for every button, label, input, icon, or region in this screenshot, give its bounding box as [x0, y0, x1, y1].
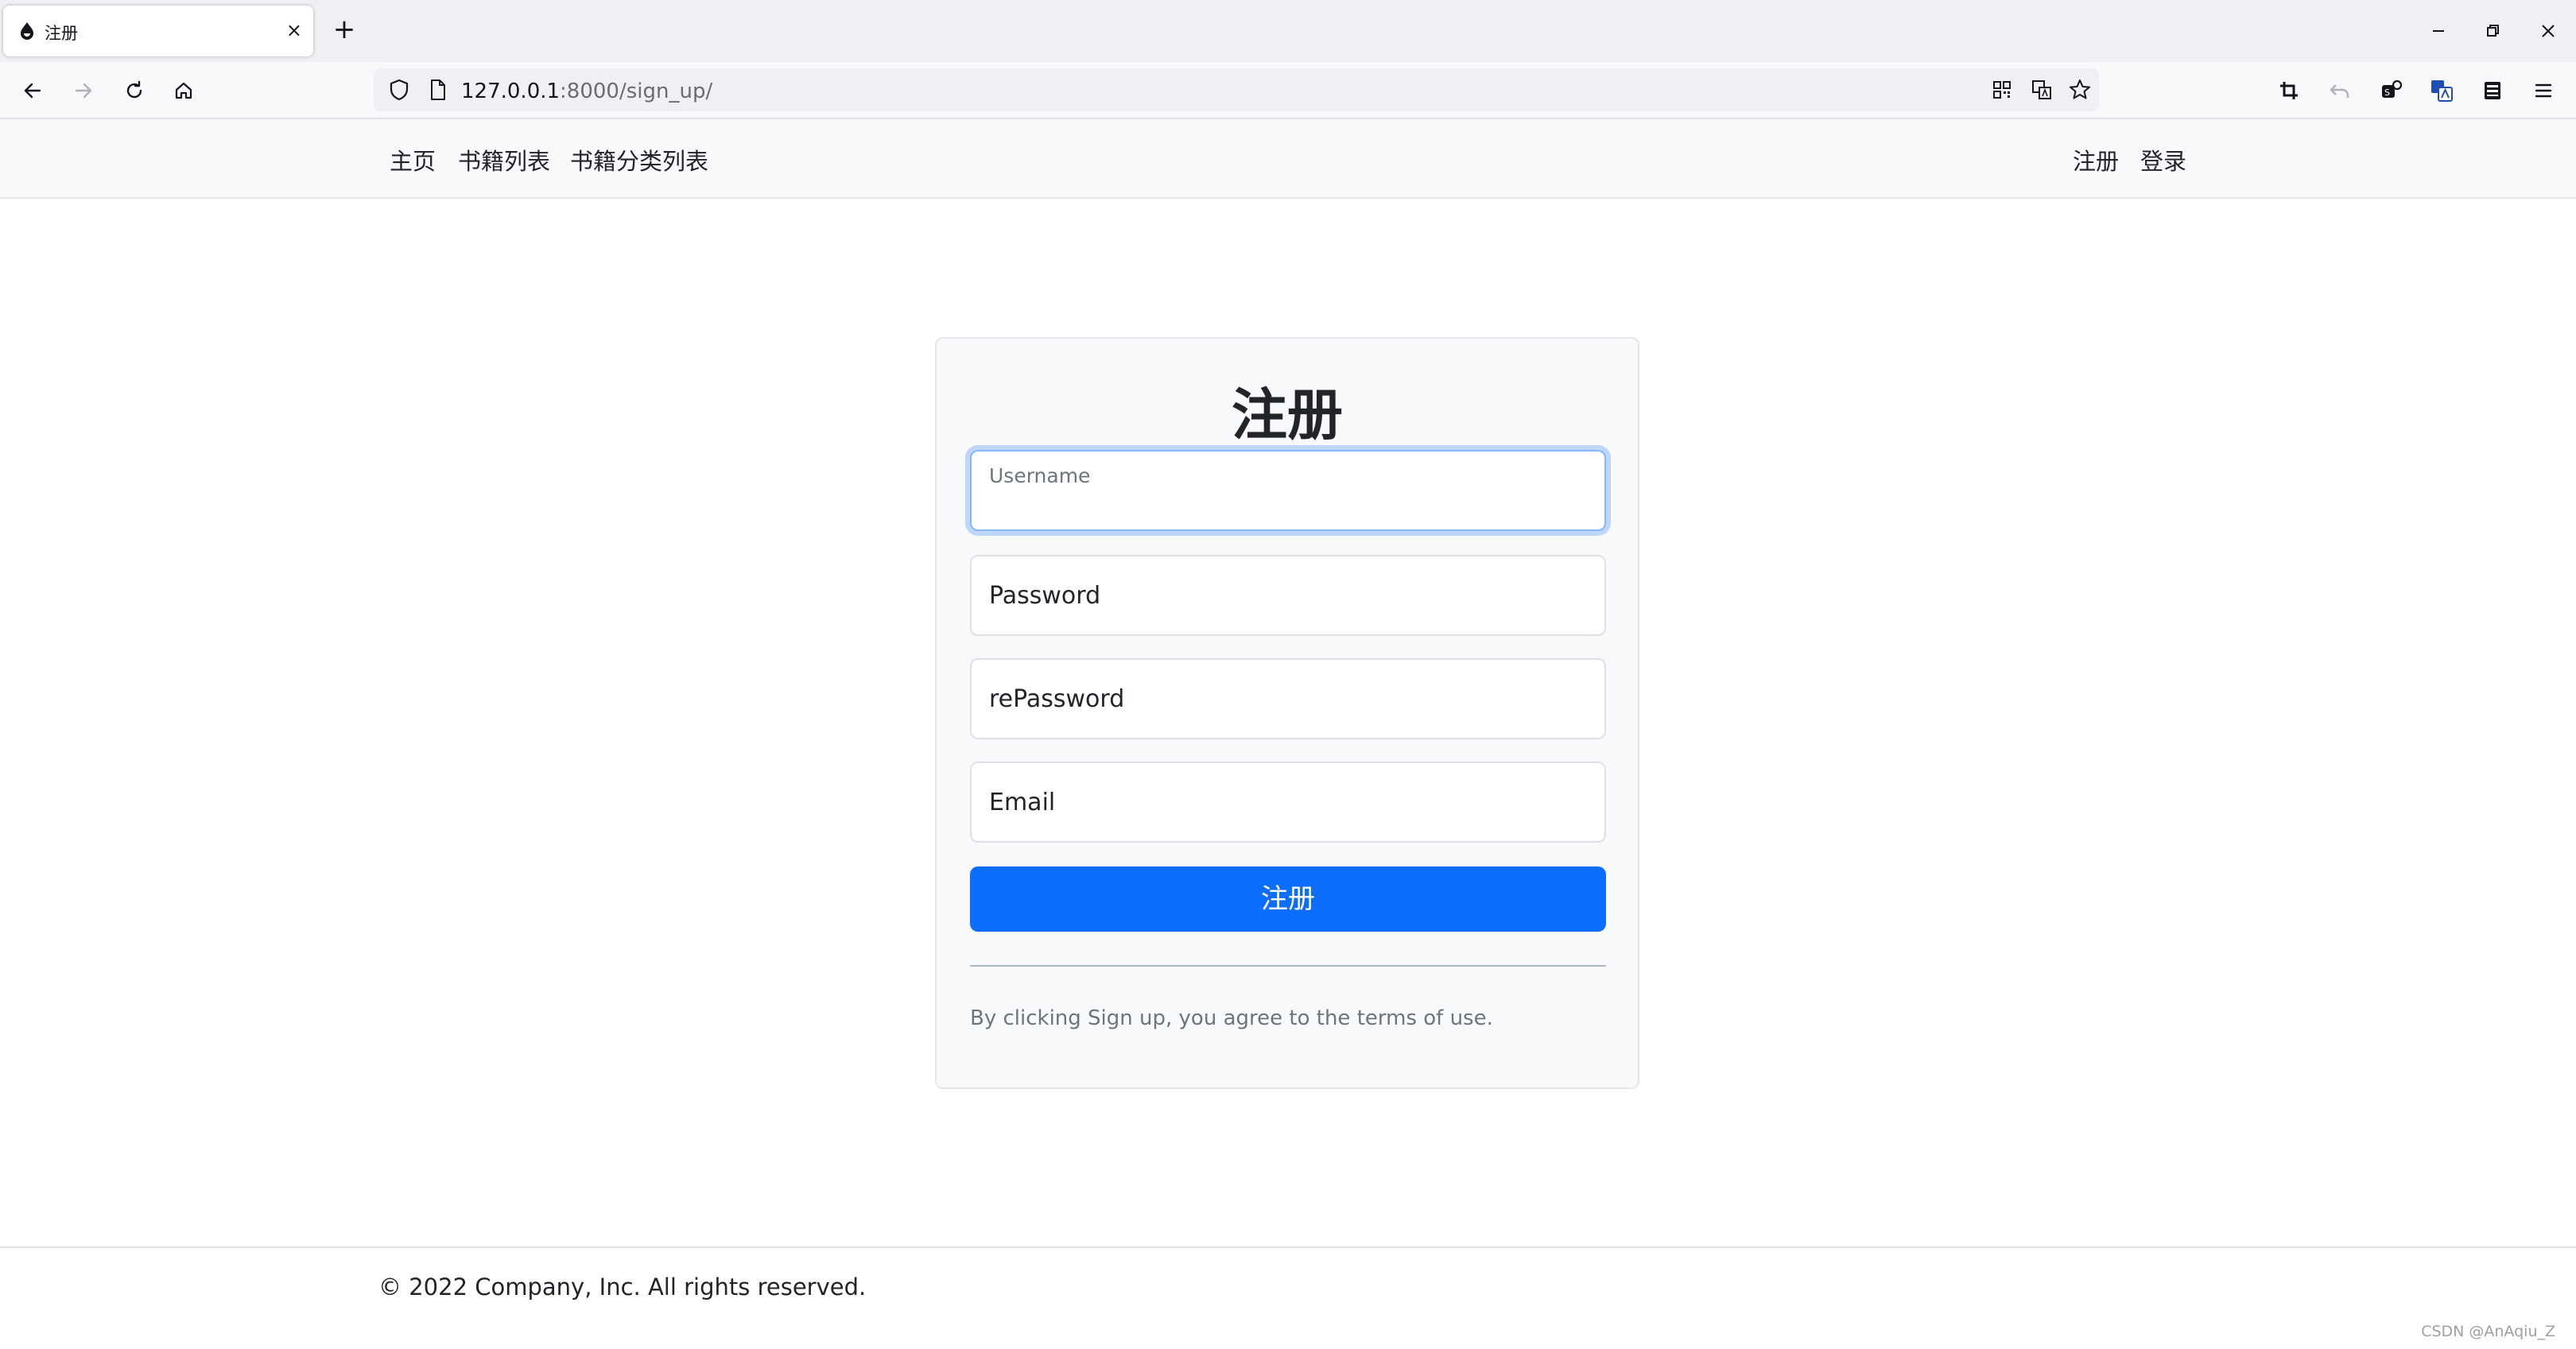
nav-link-book-list[interactable]: 书籍列表 — [458, 143, 550, 176]
page-icon[interactable] — [423, 76, 452, 104]
nav-link-login[interactable]: 登录 — [2140, 143, 2186, 176]
bookmark-star-icon[interactable] — [2066, 76, 2094, 104]
nav-link-sign-up[interactable]: 注册 — [2073, 143, 2119, 176]
reload-icon[interactable] — [119, 76, 149, 106]
new-tab-button[interactable]: + — [332, 15, 356, 47]
close-icon[interactable] — [2535, 17, 2562, 45]
password-label: Password — [989, 582, 1101, 610]
translator-icon[interactable] — [2427, 76, 2457, 106]
browser-toolbar: 127.0.0.1:8000/sign_up/ S — [0, 62, 2576, 119]
tab-close-icon[interactable]: × — [286, 18, 302, 42]
browser-tab-strip: 注册 × + — [0, 0, 2576, 62]
sign-up-card: 注册 Username Password rePassword Email 注册… — [935, 337, 1639, 1089]
url-path: :8000/sign_up/ — [560, 79, 713, 103]
username-label: Username — [989, 464, 1091, 487]
extension-icon[interactable]: S — [2376, 76, 2406, 106]
footer-divider — [0, 1246, 2576, 1248]
nav-link-home[interactable]: 主页 — [390, 143, 436, 176]
nav-link-category-list[interactable]: 书籍分类列表 — [570, 143, 708, 176]
tab-title: 注册 — [45, 24, 78, 43]
browser-tab[interactable]: 注册 × — [3, 6, 313, 56]
terms-text: By clicking Sign up, you agree to the te… — [970, 1006, 1493, 1030]
username-field[interactable]: Username — [970, 450, 1606, 531]
back-icon[interactable] — [17, 76, 48, 106]
repassword-field[interactable]: rePassword — [970, 658, 1606, 739]
email-label: Email — [989, 789, 1056, 816]
undo-icon[interactable] — [2325, 76, 2355, 106]
flame-drop-icon — [17, 21, 37, 41]
minimize-icon[interactable] — [2425, 17, 2452, 45]
forward-icon[interactable] — [68, 76, 99, 106]
menu-icon[interactable] — [2528, 76, 2559, 106]
watermark-text: CSDN @AnAqiu_Z — [2421, 1323, 2555, 1340]
qr-code-icon[interactable] — [1988, 76, 2016, 104]
crop-icon[interactable] — [2274, 76, 2304, 106]
footer-copyright: © 2022 Company, Inc. All rights reserved… — [378, 1273, 867, 1301]
library-icon[interactable] — [2477, 76, 2508, 106]
form-title: 注册 — [1232, 382, 1343, 448]
shield-icon[interactable] — [385, 76, 413, 104]
sign-up-button[interactable]: 注册 — [970, 866, 1606, 932]
email-field[interactable]: Email — [970, 762, 1606, 843]
username-input[interactable] — [987, 490, 1589, 523]
url-host: 127.0.0.1 — [461, 79, 561, 103]
home-icon[interactable] — [169, 76, 199, 106]
repassword-label: rePassword — [989, 685, 1125, 713]
password-field[interactable]: Password — [970, 555, 1606, 636]
site-navbar: 主页 书籍列表 书籍分类列表 注册 登录 — [0, 119, 2576, 199]
url-bar[interactable]: 127.0.0.1:8000/sign_up/ — [374, 68, 2099, 111]
restore-icon[interactable] — [2479, 17, 2506, 45]
svg-text:S: S — [2384, 87, 2390, 98]
url-text[interactable]: 127.0.0.1:8000/sign_up/ — [461, 79, 712, 103]
translate-icon[interactable] — [2027, 76, 2056, 104]
form-divider — [970, 965, 1606, 967]
